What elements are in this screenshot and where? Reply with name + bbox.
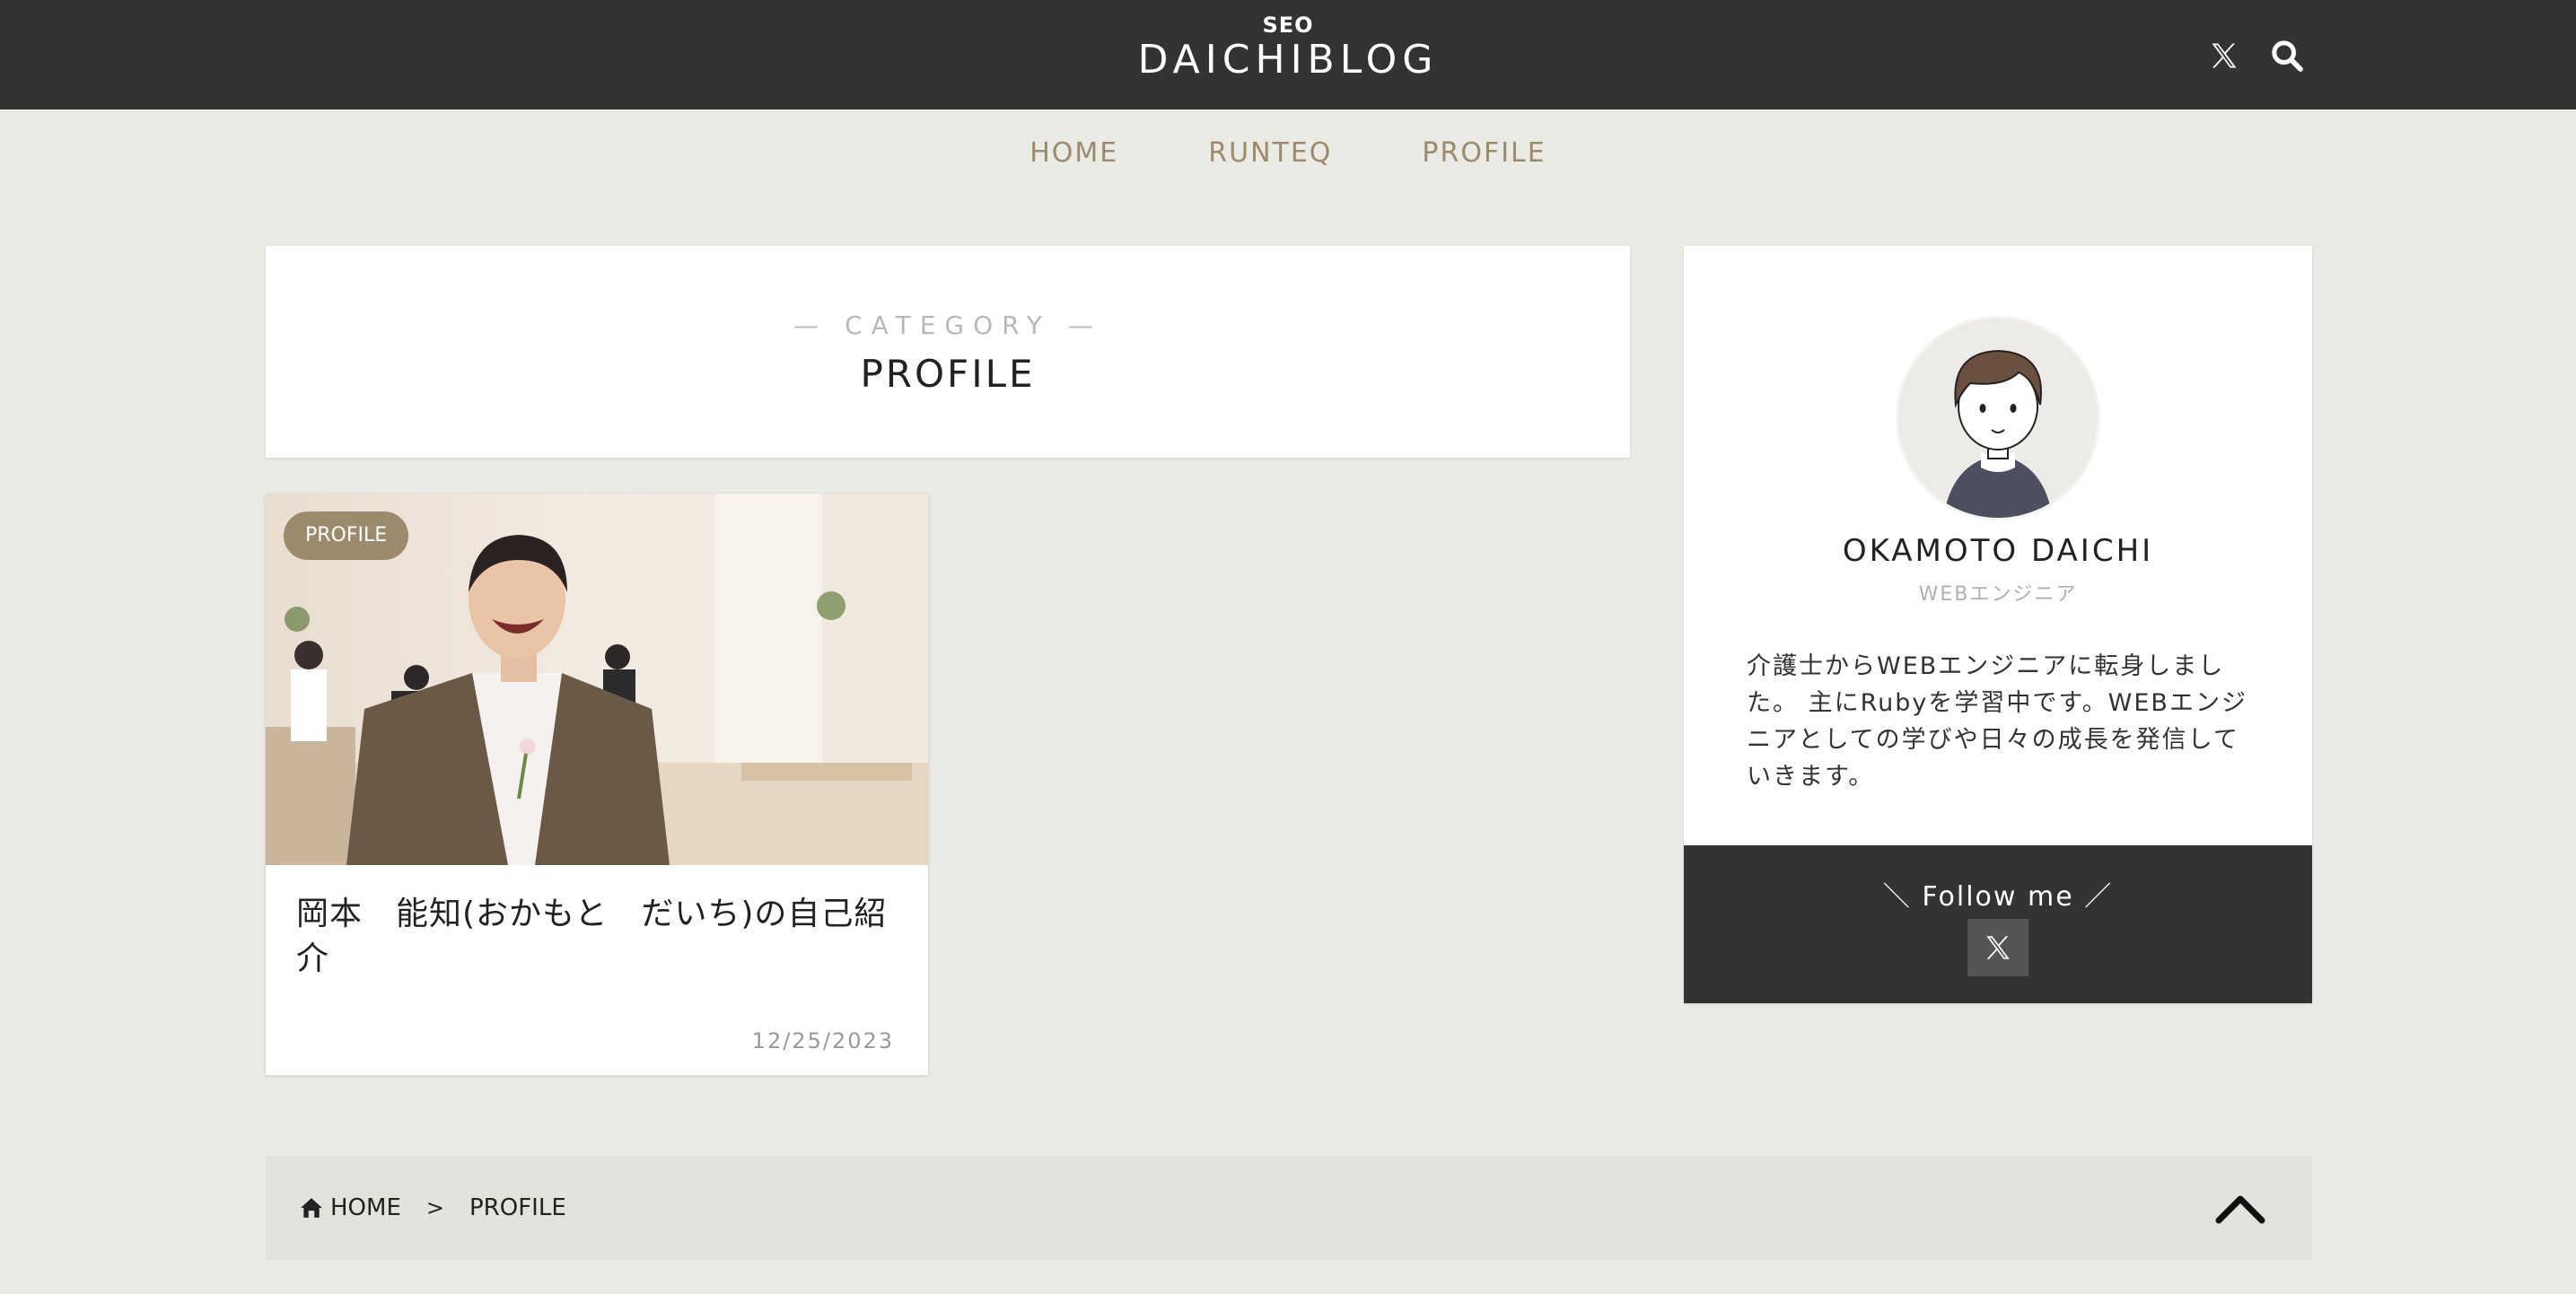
follow-x-button[interactable] <box>1967 919 2028 976</box>
category-badge[interactable]: PROFILE <box>284 511 409 560</box>
profile-bio: 介護士からWEBエンジニアに転身しました。 主にRubyを学習中です。WEBエン… <box>1747 652 2247 791</box>
profile-role: WEBエンジニア <box>1918 583 2078 606</box>
footer-edge <box>266 1287 714 1294</box>
follow-box: ＼ Follow me ／ <box>1684 845 2312 1003</box>
breadcrumb-current: PROFILE <box>469 1194 566 1221</box>
header-icons <box>2204 34 2307 77</box>
breadcrumb-home-label: HOME <box>330 1194 401 1221</box>
profile-name: OKAMOTO DAICHI <box>1842 533 2154 569</box>
breadcrumb-home[interactable]: HOME <box>300 1194 401 1221</box>
search-icon[interactable] <box>2267 34 2307 77</box>
site-header: SEO DAICHIBLOG <box>0 0 2576 109</box>
home-icon <box>301 1198 322 1218</box>
category-label: — CATEGORY — <box>793 310 1102 340</box>
x-logo-icon <box>1986 936 2010 959</box>
category-header: — CATEGORY — PROFILE <box>266 246 1630 458</box>
page-title: PROFILE <box>860 352 1036 396</box>
site-logo[interactable]: SEO DAICHIBLOG <box>0 13 2576 83</box>
chevron-up-icon <box>2215 1195 2265 1224</box>
logo-subtitle: SEO <box>1262 13 1314 38</box>
logo-title[interactable]: DAICHIBLOG <box>0 38 2576 83</box>
post-thumbnail[interactable]: PROFILE <box>266 494 928 865</box>
profile-widget: OKAMOTO DAICHI WEBエンジニア 介護士からWEBエンジニアに転身… <box>1684 246 2312 1003</box>
breadcrumb: HOME > PROFILE <box>266 1156 2312 1260</box>
nav-item-home[interactable]: HOME <box>1030 137 1118 169</box>
scroll-top-button[interactable] <box>2213 1181 2267 1235</box>
follow-label: ＼ Follow me ／ <box>1882 881 2114 913</box>
x-logo-icon[interactable] <box>2204 34 2244 77</box>
nav-item-profile[interactable]: PROFILE <box>1422 137 1546 169</box>
post-title[interactable]: 岡本 能知(おかもと だいち)の自己紹介 <box>296 892 907 982</box>
post-card[interactable]: PROFILE 岡本 能知(おかもと だいち)の自己紹介 12/25/2023 <box>266 494 928 1075</box>
nav-item-runteq[interactable]: RUNTEQ <box>1208 137 1332 169</box>
post-date: 12/25/2023 <box>751 1028 894 1054</box>
global-nav: HOME RUNTEQ PROFILE <box>0 109 2576 196</box>
avatar <box>1896 316 2100 520</box>
breadcrumb-separator: > <box>425 1195 444 1220</box>
